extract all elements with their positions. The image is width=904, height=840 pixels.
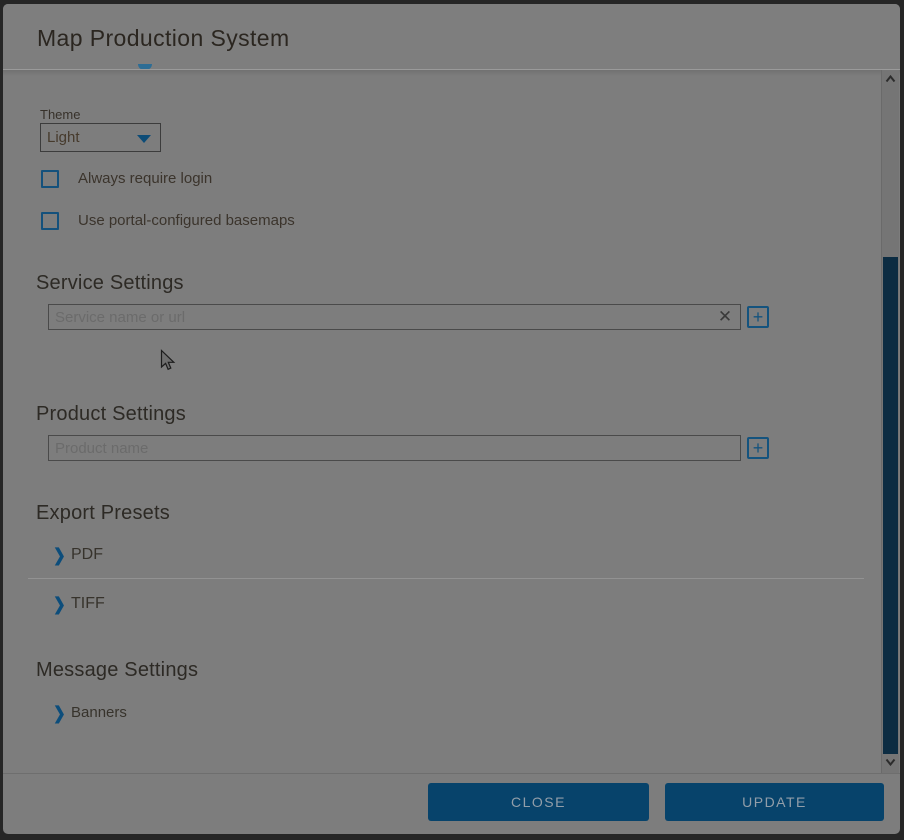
chevron-right-icon[interactable]: ❯ — [53, 545, 66, 566]
theme-select-value: Light — [47, 129, 80, 146]
theme-select[interactable]: Light — [40, 123, 161, 152]
footer-divider — [3, 773, 900, 774]
message-settings-heading: Message Settings — [36, 659, 198, 682]
chevron-right-icon[interactable]: ❯ — [53, 703, 66, 724]
add-service-button[interactable]: + — [747, 306, 769, 328]
always-require-login-label: Always require login — [78, 170, 212, 187]
header-shadow — [3, 70, 900, 76]
chevron-right-icon[interactable]: ❯ — [53, 594, 66, 615]
product-settings-heading: Product Settings — [36, 403, 186, 426]
dialog-title: Map Production System — [37, 25, 290, 52]
mouse-cursor — [160, 349, 176, 372]
product-name-input[interactable] — [48, 435, 741, 461]
map-production-system-dialog: Map Production System Theme Light Always… — [3, 4, 900, 834]
screen: { "dialog": { "title": "Map Production S… — [0, 0, 904, 840]
clear-icon[interactable]: ✕ — [715, 307, 735, 327]
add-product-button[interactable]: + — [747, 437, 769, 459]
close-button[interactable]: CLOSE — [428, 783, 649, 821]
export-preset-pdf[interactable]: PDF — [71, 546, 103, 564]
vertical-scrollbar[interactable] — [881, 70, 899, 773]
export-preset-tiff[interactable]: TIFF — [71, 595, 105, 613]
scrollbar-thumb[interactable] — [883, 257, 898, 754]
dialog-header: Map Production System — [3, 4, 900, 69]
chevron-down-icon — [137, 135, 151, 143]
message-setting-banners[interactable]: Banners — [71, 704, 127, 721]
service-name-input[interactable] — [48, 304, 741, 330]
chevron-down-icon[interactable] — [885, 758, 896, 766]
chevron-up-icon[interactable] — [885, 75, 896, 83]
portal-basemaps-label: Use portal-configured basemaps — [78, 212, 295, 229]
update-button[interactable]: UPDATE — [665, 783, 884, 821]
portal-basemaps-checkbox[interactable] — [41, 212, 59, 230]
export-presets-heading: Export Presets — [36, 502, 170, 525]
preset-divider — [28, 578, 864, 579]
theme-label: Theme — [40, 107, 80, 122]
always-require-login-checkbox[interactable] — [41, 170, 59, 188]
service-settings-heading: Service Settings — [36, 272, 184, 295]
